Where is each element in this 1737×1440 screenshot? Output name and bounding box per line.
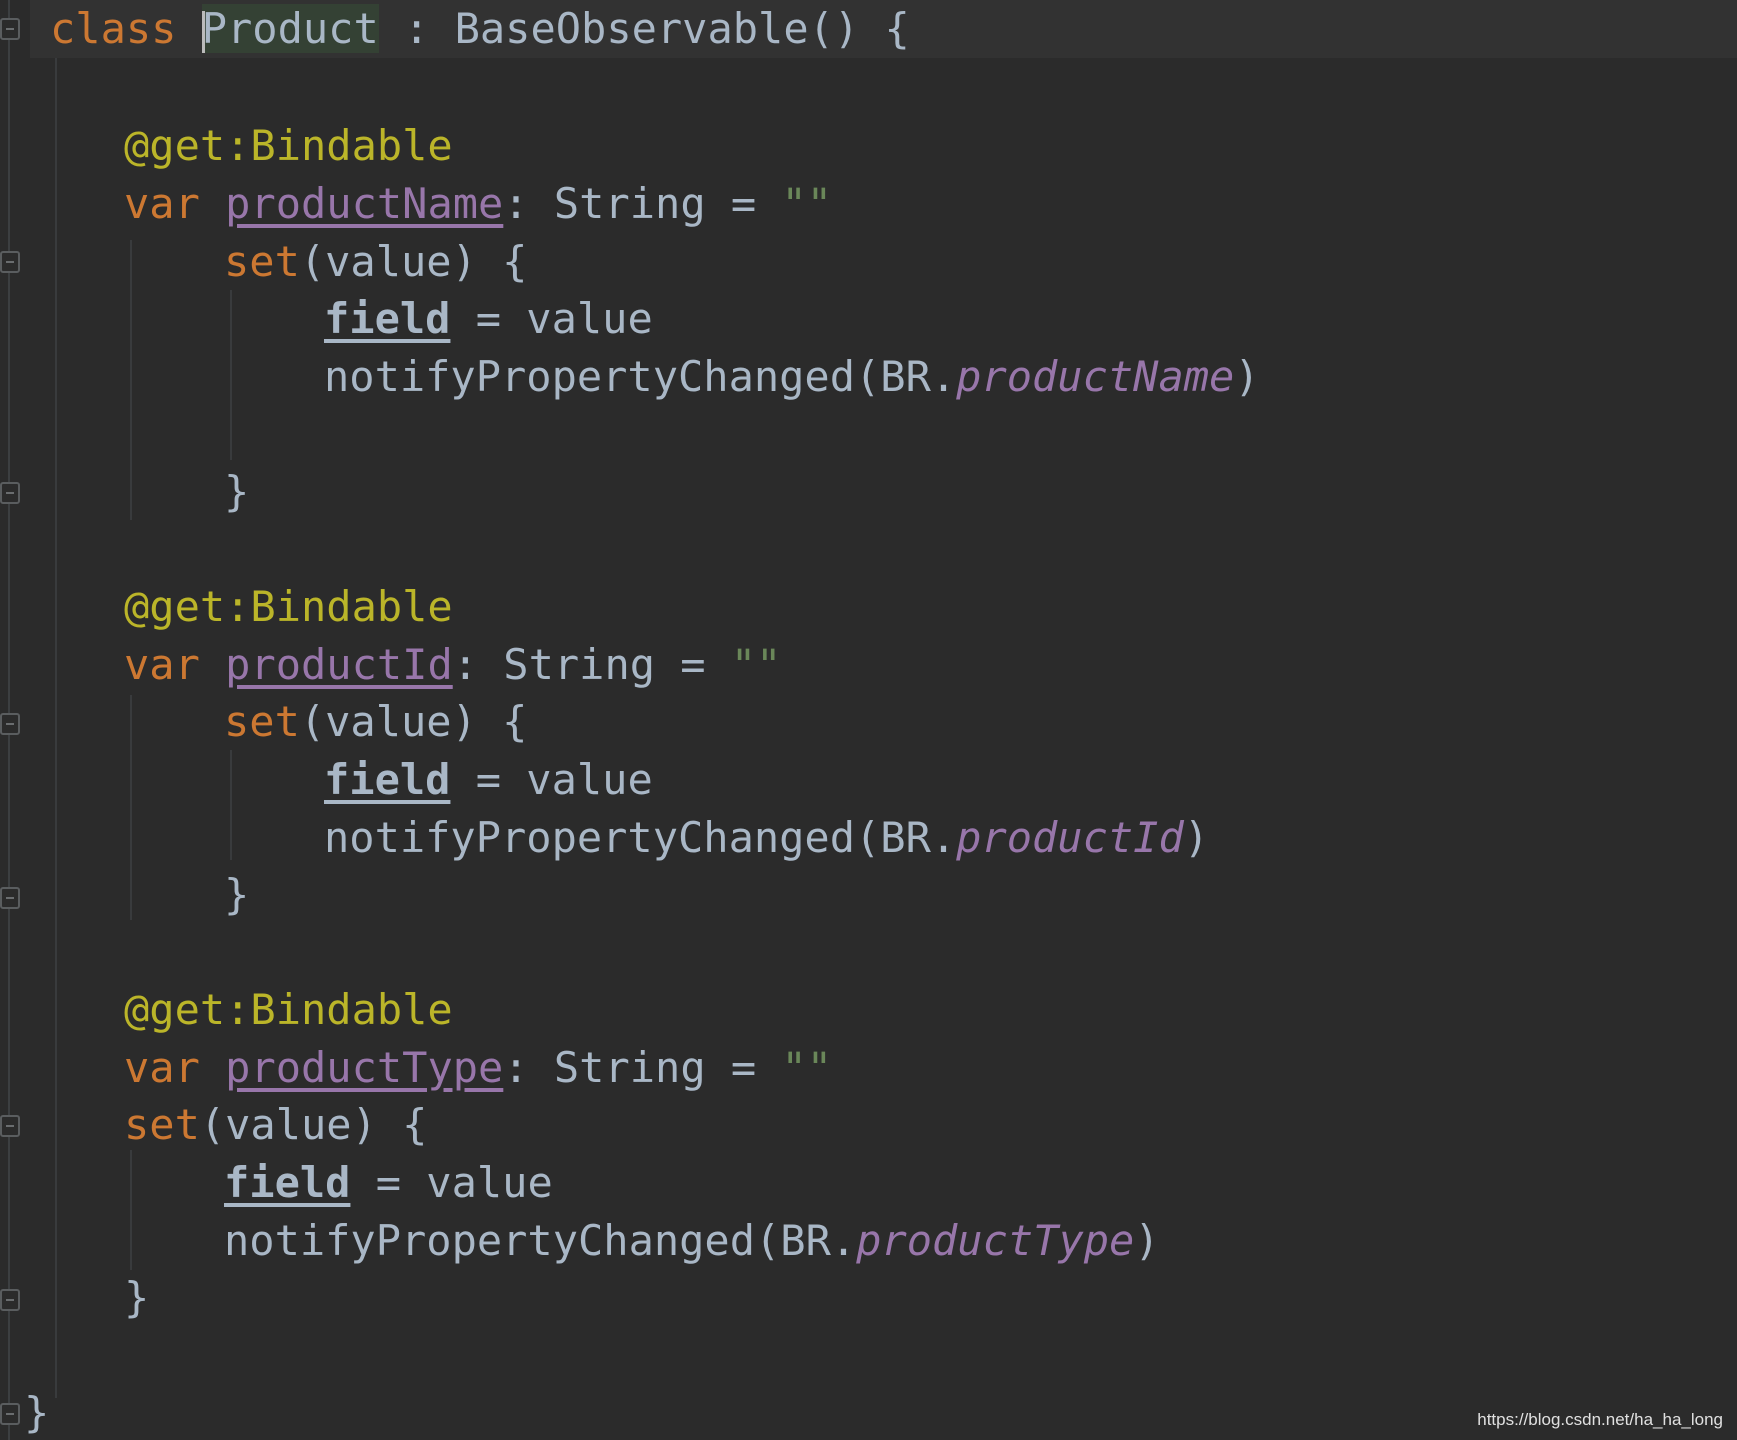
code-line-notify[interactable]: notifyPropertyChanged(BR.productId) [324, 809, 1209, 867]
code-line-annotation[interactable]: @get:Bindable [124, 981, 453, 1039]
notify-call: notifyPropertyChanged(BR. [224, 1216, 857, 1265]
indent-guide [130, 240, 132, 520]
fold-icon[interactable] [0, 18, 20, 40]
code-line-field-assign[interactable]: field = value [324, 751, 653, 809]
close-paren: ) [1183, 813, 1210, 862]
keyword-class: class [50, 4, 177, 53]
fold-icon[interactable] [0, 713, 20, 735]
editor-gutter [0, 0, 30, 1440]
code-line-notify[interactable]: notifyPropertyChanged(BR.productType) [224, 1212, 1160, 1270]
fold-icon[interactable] [0, 482, 20, 504]
notify-call: notifyPropertyChanged(BR. [324, 813, 957, 862]
code-line-class-close[interactable]: } [24, 1384, 49, 1440]
keyword-var: var [124, 640, 200, 689]
indent-guide [130, 1150, 132, 1270]
setter-args: (value) { [299, 237, 528, 286]
code-line-annotation[interactable]: @get:Bindable [124, 578, 453, 636]
code-line-close-brace[interactable]: } [124, 1269, 149, 1327]
property-name: productName [225, 179, 504, 228]
string-literal: "" [730, 640, 782, 689]
close-brace: } [124, 1273, 150, 1322]
string-literal: "" [781, 179, 833, 228]
notify-call: notifyPropertyChanged(BR. [324, 352, 957, 401]
keyword-set: set [124, 1100, 200, 1149]
code-line-field-assign[interactable]: field = value [324, 290, 653, 348]
code-line-var-declaration[interactable]: var productId: String = "" [124, 636, 781, 694]
close-paren: ) [1134, 1216, 1160, 1265]
field-keyword: field [324, 755, 451, 804]
property-name: productId [225, 640, 453, 689]
type-declaration: : String = [503, 1043, 782, 1092]
class-declaration-rest: : BaseObservable() { [378, 4, 910, 53]
br-property: productType [856, 1216, 1135, 1265]
code-line-annotation[interactable]: @get:Bindable [124, 117, 453, 175]
field-keyword: field [324, 294, 451, 343]
indent-guide [130, 695, 132, 920]
close-brace: } [224, 870, 250, 919]
type-declaration: : String = [452, 640, 731, 689]
fold-icon[interactable] [0, 887, 20, 909]
property-name: productType [225, 1043, 504, 1092]
assignment: = value [450, 294, 653, 343]
close-paren: ) [1234, 352, 1260, 401]
code-line-notify[interactable]: notifyPropertyChanged(BR.productName) [324, 348, 1260, 406]
watermark-url: https://blog.csdn.net/ha_ha_long [1477, 1410, 1723, 1429]
assignment: = value [350, 1158, 553, 1207]
setter-args: (value) { [199, 1100, 428, 1149]
code-line-setter[interactable]: set(value) { [224, 693, 527, 751]
fold-icon[interactable] [0, 251, 20, 273]
code-line-class-declaration[interactable]: class Product : BaseObservable() { [50, 0, 910, 58]
setter-args: (value) { [299, 697, 528, 746]
code-line-setter[interactable]: set(value) { [224, 233, 527, 291]
assignment: = value [450, 755, 653, 804]
code-editor[interactable]: class Product : BaseObservable() { @get:… [0, 0, 1737, 1440]
code-line-close-brace[interactable]: } [224, 866, 249, 924]
keyword-set: set [224, 237, 300, 286]
class-close-brace: } [24, 1388, 50, 1437]
keyword-var: var [124, 179, 200, 228]
fold-icon[interactable] [0, 1289, 20, 1311]
indent-guide [230, 290, 232, 460]
keyword-set: set [224, 697, 300, 746]
type-declaration: : String = [503, 179, 782, 228]
fold-icon[interactable] [0, 1115, 20, 1137]
br-property: productName [956, 352, 1235, 401]
annotation: @get:Bindable [124, 121, 453, 170]
field-keyword: field [224, 1158, 351, 1207]
string-literal: "" [781, 1043, 833, 1092]
code-line-close-brace[interactable]: } [224, 463, 249, 521]
fold-icon[interactable] [0, 1403, 20, 1425]
annotation: @get:Bindable [124, 582, 453, 631]
indent-guide [230, 750, 232, 860]
annotation: @get:Bindable [124, 985, 453, 1034]
indent-guide [55, 58, 57, 1398]
br-property: productId [956, 813, 1184, 862]
close-brace: } [224, 467, 250, 516]
code-line-var-declaration[interactable]: var productType: String = "" [124, 1039, 832, 1097]
class-name: Product [201, 4, 379, 53]
code-line-field-assign[interactable]: field = value [224, 1154, 553, 1212]
code-line-var-declaration[interactable]: var productName: String = "" [124, 175, 832, 233]
keyword-var: var [124, 1043, 200, 1092]
code-line-setter[interactable]: set(value) { [124, 1096, 427, 1154]
